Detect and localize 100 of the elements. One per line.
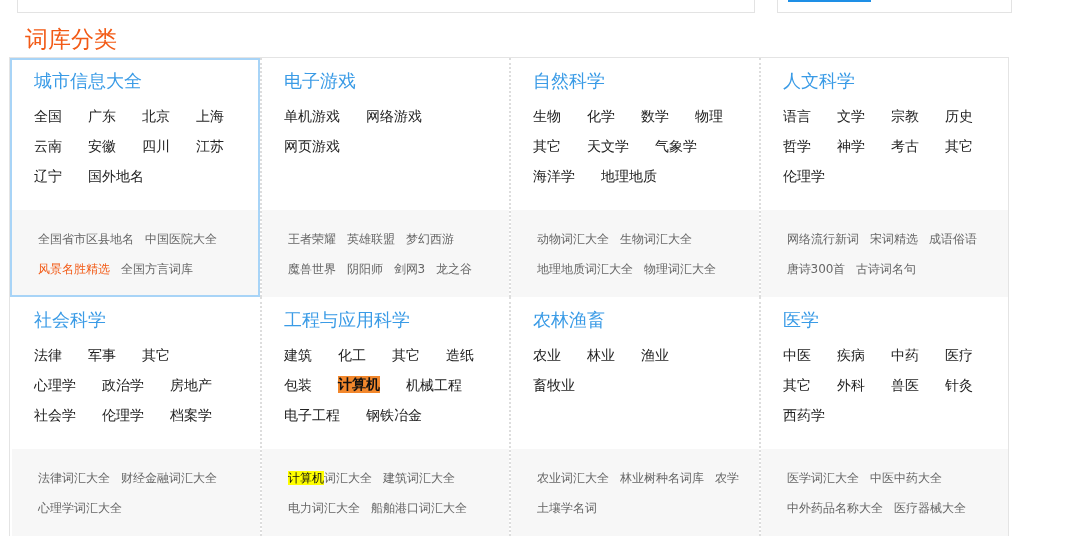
category-link[interactable]: 档案学 xyxy=(170,400,212,430)
category-link[interactable]: 考古 xyxy=(890,131,919,161)
category-link[interactable]: 云南 xyxy=(34,131,62,161)
category-link[interactable]: 文学 xyxy=(836,101,865,131)
category-link[interactable]: 兽医 xyxy=(890,370,919,400)
lexicon-link[interactable]: 生物词汇大全 xyxy=(620,224,692,254)
category-link[interactable]: 渔业 xyxy=(641,340,669,370)
lexicon-link[interactable]: 船舶港口词汇大全 xyxy=(370,493,467,523)
category-link[interactable]: 江苏 xyxy=(196,131,224,161)
category-link[interactable]: 安徽 xyxy=(88,131,116,161)
lexicon-link[interactable]: 农学 xyxy=(715,463,739,493)
lexicon-link[interactable]: 梦幻西游 xyxy=(405,224,454,254)
category-card[interactable]: 农林渔畜 农业 林业 渔业 畜牧业 农业词汇大全 林业树种名词库 农学 土壤学名词 xyxy=(509,297,759,536)
category-link[interactable]: 法律 xyxy=(34,340,62,370)
category-link[interactable]: 造纸 xyxy=(445,340,474,370)
lexicon-link[interactable]: 土壤学名词 xyxy=(537,493,597,523)
category-link[interactable]: 语言 xyxy=(782,101,811,131)
lexicon-link[interactable]: 建筑词汇大全 xyxy=(382,463,455,493)
category-link[interactable]: 宗教 xyxy=(890,101,919,131)
lexicon-link[interactable]: 心理学词汇大全 xyxy=(38,493,122,523)
lexicon-link[interactable]: 法律词汇大全 xyxy=(38,463,110,493)
category-link[interactable]: 针灸 xyxy=(944,370,973,400)
category-card[interactable]: 城市信息大全 全国 广东 北京 上海 云南 安徽 四川 江苏 辽宁 国外地名 全国省市区县地名 中国医院大全 风景名胜精选 全国方言词库 xyxy=(10,58,260,297)
category-link[interactable]: 地理地质 xyxy=(601,161,657,191)
category-link[interactable]: 气象学 xyxy=(655,131,697,161)
category-card[interactable]: 电子游戏 单机游戏 网络游戏 网页游戏 王者荣耀 英雄联盟 梦幻西游 魔兽世界 阴阳师 剑网3 龙之谷 xyxy=(259,58,509,297)
category-link[interactable]: 历史 xyxy=(944,101,973,131)
category-card[interactable]: 医学 中医 疾病 中药 医疗 其它 外科 兽医 针灸 西药学 医学词汇大全 中医中药大全 中外药品名称大全 医疗器械大全 xyxy=(758,297,1008,536)
category-link[interactable]: 林业 xyxy=(587,340,615,370)
category-card[interactable]: 自然科学 生物 化学 数学 物理 其它 天文学 气象学 海洋学 地理地质 动物词汇大全 生物词汇大全 地理地质词汇大全 物理词汇大全 xyxy=(509,58,759,297)
category-link[interactable]: 辽宁 xyxy=(34,161,62,191)
category-link[interactable]: 农业 xyxy=(533,340,561,370)
lexicon-link[interactable]: 电力词汇大全 xyxy=(287,493,360,523)
category-link[interactable]: 四川 xyxy=(142,131,170,161)
category-link[interactable]: 化工 xyxy=(337,340,366,370)
category-link[interactable]: 机械工程 xyxy=(405,370,462,400)
category-link[interactable]: 神学 xyxy=(836,131,865,161)
category-link[interactable]: 建筑 xyxy=(283,340,312,370)
lexicon-link[interactable]: 龙之谷 xyxy=(436,254,473,284)
category-link[interactable]: 社会学 xyxy=(34,400,76,430)
category-link[interactable]: 中药 xyxy=(890,340,919,370)
category-link[interactable]: 心理学 xyxy=(34,370,76,400)
category-link[interactable]: 全国 xyxy=(34,101,62,131)
category-link[interactable]: 生物 xyxy=(533,101,561,131)
lexicon-link[interactable]: 剑网3 xyxy=(393,254,426,284)
lexicon-link[interactable]: 动物词汇大全 xyxy=(537,224,609,254)
lexicon-link[interactable]: 全国省市区县地名 xyxy=(38,224,134,254)
category-card[interactable]: 社会科学 法律 军事 其它 心理学 政治学 房地产 社会学 伦理学 档案学 法律词汇大全 财经金融词汇大全 心理学词汇大全 xyxy=(10,297,260,536)
category-link[interactable]: 中医 xyxy=(782,340,811,370)
category-link[interactable]: 伦理学 xyxy=(782,161,825,191)
category-link[interactable]: 其它 xyxy=(944,131,973,161)
category-link[interactable]: 哲学 xyxy=(782,131,811,161)
category-link[interactable]: 房地产 xyxy=(170,370,212,400)
category-link[interactable]: 化学 xyxy=(587,101,615,131)
lexicon-link[interactable]: 魔兽世界 xyxy=(287,254,336,284)
lexicon-link[interactable]: 中外药品名称大全 xyxy=(786,493,883,523)
category-link[interactable]: 北京 xyxy=(142,101,170,131)
category-link[interactable]: 网络游戏 xyxy=(365,101,422,131)
lexicon-link[interactable]: 成语俗语 xyxy=(928,224,977,254)
category-link[interactable]: 医疗 xyxy=(944,340,973,370)
category-link[interactable]: 钢铁冶金 xyxy=(365,400,422,430)
lexicon-link[interactable]: 医学词汇大全 xyxy=(786,463,859,493)
category-link[interactable]: 政治学 xyxy=(102,370,144,400)
category-link[interactable]: 数学 xyxy=(641,101,669,131)
category-link[interactable]: 西药学 xyxy=(782,400,825,430)
category-link[interactable]: 其它 xyxy=(142,340,170,370)
category-link[interactable]: 疾病 xyxy=(836,340,865,370)
category-link[interactable]: 包装 xyxy=(283,370,312,400)
category-link[interactable]: 其它 xyxy=(782,370,811,400)
lexicon-link[interactable]: 古诗词名句 xyxy=(856,254,917,284)
category-link[interactable]: 天文学 xyxy=(587,131,629,161)
category-link[interactable]: 外科 xyxy=(836,370,865,400)
category-link[interactable]: 其它 xyxy=(533,131,561,161)
category-card[interactable]: 人文科学 语言 文学 宗教 历史 哲学 神学 考古 其它 伦理学 网络流行新词 宋词精选 成语俗语 唐诗300首 古诗词名句 xyxy=(758,58,1008,297)
category-link[interactable]: 单机游戏 xyxy=(283,101,340,131)
lexicon-link[interactable]: 医疗器械大全 xyxy=(893,493,966,523)
lexicon-link[interactable]: 农业词汇大全 xyxy=(537,463,609,493)
category-link[interactable]: 其它 xyxy=(391,340,420,370)
lexicon-link[interactable]: 宋词精选 xyxy=(869,224,918,254)
lexicon-link[interactable]: 中医中药大全 xyxy=(869,463,942,493)
category-link[interactable]: 上海 xyxy=(196,101,224,131)
lexicon-link[interactable]: 物理词汇大全 xyxy=(644,254,716,284)
category-link[interactable]: 电子工程 xyxy=(283,400,340,430)
lexicon-link[interactable]: 阴阳师 xyxy=(346,254,383,284)
category-link[interactable]: 畜牧业 xyxy=(533,370,575,400)
category-link[interactable]: 网页游戏 xyxy=(283,131,340,161)
lexicon-link[interactable]: 英雄联盟 xyxy=(346,224,395,254)
category-link[interactable]: 物理 xyxy=(695,101,723,131)
lexicon-link[interactable]: 地理地质词汇大全 xyxy=(537,254,633,284)
lexicon-link[interactable]: 王者荣耀 xyxy=(287,224,336,254)
category-link[interactable]: 广东 xyxy=(88,101,116,131)
category-link[interactable]: 国外地名 xyxy=(88,161,144,191)
lexicon-link[interactable]: 财经金融词汇大全 xyxy=(121,463,217,493)
lexicon-link[interactable]: 唐诗300首 xyxy=(786,254,846,284)
category-link[interactable]: 伦理学 xyxy=(102,400,144,430)
lexicon-link[interactable]: 林业树种名词库 xyxy=(620,463,704,493)
category-link[interactable]: 海洋学 xyxy=(533,161,575,191)
lexicon-link[interactable]: 中国医院大全 xyxy=(145,224,217,254)
lexicon-link[interactable]: 全国方言词库 xyxy=(121,254,193,284)
category-link[interactable]: 军事 xyxy=(88,340,116,370)
